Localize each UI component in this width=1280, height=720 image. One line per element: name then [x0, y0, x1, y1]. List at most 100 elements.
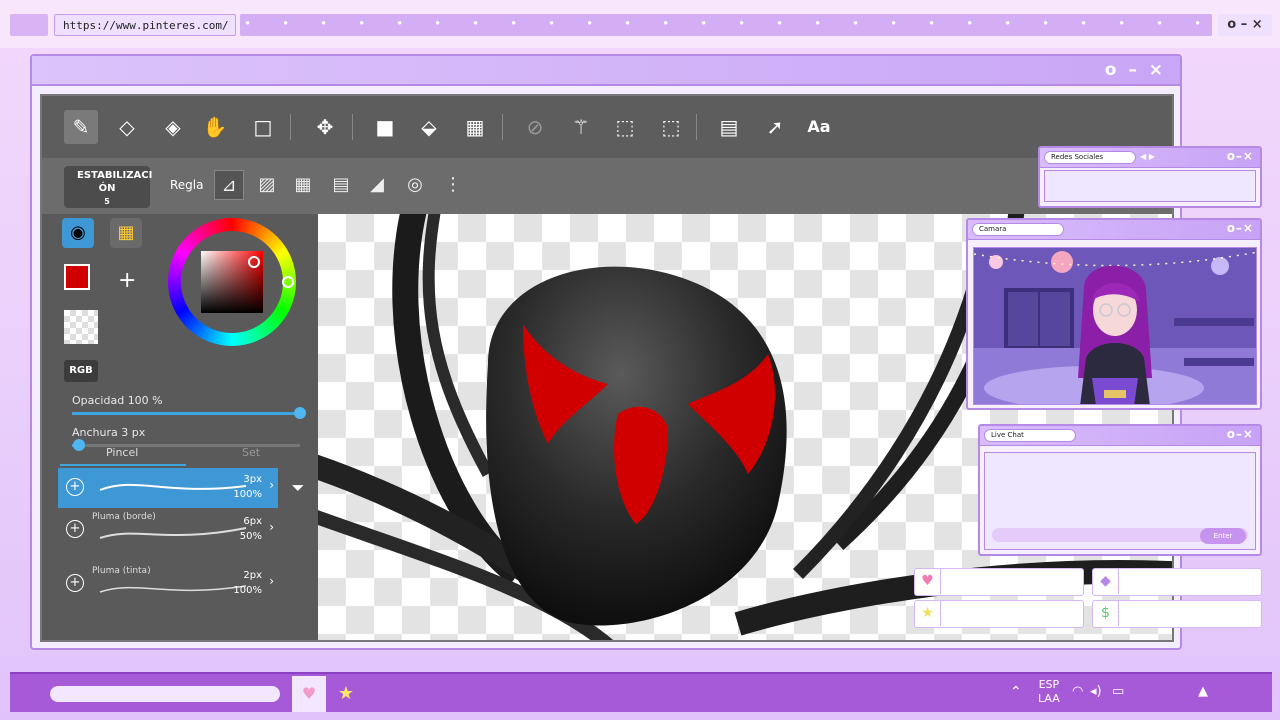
social-nav-icon[interactable]: ◀ ▶ — [1140, 152, 1155, 161]
tab-strip — [240, 14, 1212, 36]
ruler-diagonal-icon[interactable]: ▨ — [252, 170, 282, 200]
taskbar-search[interactable] — [50, 686, 280, 702]
heart-icon: ♥ — [915, 569, 941, 594]
star-icon[interactable]: ★ — [334, 676, 358, 712]
chevron-right-icon[interactable]: › — [269, 574, 274, 588]
chevron-right-icon[interactable]: › — [269, 478, 274, 492]
brush-item-2[interactable]: + Pluma (borde) 6px 50% › — [58, 510, 278, 550]
brush-opacity: 50% — [239, 531, 262, 542]
ruler-parallel-icon[interactable]: ⊿ — [214, 170, 244, 200]
ruler-grid-icon[interactable]: ▦ — [288, 170, 318, 200]
palette-tab-icon[interactable]: ▦ — [110, 218, 142, 248]
camera-panel-title: Camara — [972, 223, 1064, 236]
text-tool-button[interactable]: Aa — [802, 110, 836, 144]
chat-enter-button[interactable]: Enter — [1200, 528, 1246, 544]
taskbar: ♥ ★ ⌃ ESP LAA ◠ ◂) ▭ ▲ — [10, 672, 1272, 712]
live-chat-title: Live Chat — [984, 429, 1076, 442]
brush-tabs: Pincel Set — [42, 438, 318, 468]
battery-icon[interactable]: ▭ — [1112, 684, 1124, 699]
url-bar[interactable]: https://www.pinteres.com/ — [54, 14, 236, 36]
color-wheel-tab-icon[interactable]: ◉ — [62, 218, 94, 248]
ruler-perspective-icon[interactable]: ▤ — [326, 170, 356, 200]
gradient-icon[interactable]: ▦ — [458, 110, 492, 144]
app-toolbar: ✎ ◇ ◈ ✋ □ ✥ ■ ⬙ ▦ ⊘ ⚚ ⬚ ⬚ ▤ ➚ Aa — [42, 96, 1172, 158]
pen-icon[interactable]: ✎ — [64, 110, 98, 144]
brush-tab[interactable]: Pincel — [106, 446, 138, 459]
social-panel-title: Redes Sociales — [1044, 151, 1136, 164]
add-color-icon[interactable]: + — [118, 268, 136, 293]
ruler-toolbar: ESTABILIZACI ÓN 5 Regla ⊿ ▨ ▦ ▤ ◢ ◎ ⋮ — [42, 158, 1172, 214]
filter-icon[interactable]: ⏷ — [284, 474, 312, 502]
main-window-titlebar: o – × — [32, 56, 1180, 86]
transparent-swatch[interactable] — [64, 310, 98, 344]
brush-item-1[interactable]: + 3px 100% › — [58, 468, 278, 508]
color-brush-panel: ◉ ▦ + RGB Opacidad 100 % Anchura 3 px Pi… — [42, 214, 318, 640]
ruler-label: Regla — [170, 178, 204, 192]
webcam-view — [973, 247, 1257, 405]
select-pen-icon[interactable]: ⬚ — [608, 110, 642, 144]
stabilizer-value: 5 — [104, 197, 110, 206]
stat-stars: ★ — [914, 600, 1084, 628]
heart-icon[interactable]: ♥ — [292, 676, 326, 712]
smudge-eraser-icon[interactable]: ◈ — [156, 110, 190, 144]
brush-opacity: 100% — [233, 585, 262, 596]
browser-menu-block[interactable] — [10, 14, 48, 36]
live-chat-panel: Live Chat o–× Enter — [978, 424, 1262, 556]
hue-knob[interactable] — [282, 276, 294, 288]
camera-panel-controls[interactable]: o–× — [1227, 221, 1254, 235]
add-brush-icon[interactable]: + — [66, 520, 84, 538]
brush-item-3[interactable]: + Pluma (tinta) 2px 100% › — [58, 564, 278, 604]
money-icon: $ — [1093, 601, 1119, 626]
notification-icon[interactable]: ▲ — [1198, 684, 1208, 699]
magic-wand-icon[interactable]: ⚚ — [564, 110, 598, 144]
main-window-controls[interactable]: o – × — [1105, 60, 1166, 80]
live-chat-controls[interactable]: o–× — [1227, 427, 1254, 441]
browser-window-controls[interactable]: o – × — [1218, 14, 1272, 36]
brush-opacity: 100% — [233, 489, 262, 500]
ruler-radial-icon[interactable]: ◢ — [362, 170, 392, 200]
volume-icon[interactable]: ◂) — [1090, 684, 1102, 699]
language-indicator[interactable]: ESP LAA — [1038, 678, 1060, 706]
browser-bar: https://www.pinteres.com/ o – × — [0, 0, 1280, 48]
move-icon[interactable]: ✥ — [308, 110, 342, 144]
select-eraser-icon[interactable]: ⬚ — [654, 110, 688, 144]
lang-top: ESP — [1038, 678, 1060, 691]
brush-size: 2px — [243, 570, 262, 581]
eraser-icon[interactable]: ◇ — [110, 110, 144, 144]
fill-rect-icon[interactable]: ■ — [368, 110, 402, 144]
current-color-swatch[interactable] — [64, 264, 90, 290]
color-knob[interactable] — [248, 256, 260, 268]
brush-size: 6px — [243, 516, 262, 527]
wifi-icon[interactable]: ◠ — [1072, 684, 1083, 699]
stat-gems: ◆ — [1092, 568, 1262, 596]
stat-hearts: ♥ — [914, 568, 1084, 596]
set-tab[interactable]: Set — [242, 446, 260, 459]
stabilizer-button[interactable]: ESTABILIZACI ÓN 5 — [64, 166, 153, 208]
opacity-label: Opacidad 100 % — [72, 394, 163, 407]
tray-chevron-up-icon[interactable]: ⌃ — [1010, 684, 1022, 700]
add-brush-icon[interactable]: + — [66, 574, 84, 592]
opacity-slider[interactable] — [72, 407, 306, 419]
color-mode-button[interactable]: RGB — [64, 360, 98, 382]
brush-size: 3px — [243, 474, 262, 485]
social-panel-controls[interactable]: o–× — [1227, 149, 1254, 163]
bucket-icon[interactable]: ⬙ — [412, 110, 446, 144]
add-brush-icon[interactable]: + — [66, 478, 84, 496]
stat-money: $ — [1092, 600, 1262, 628]
camera-panel: Camara o–× — [966, 218, 1262, 410]
rect-select-icon[interactable]: □ — [246, 110, 280, 144]
stabilizer-label: ESTABILIZACI ÓN — [77, 170, 153, 194]
layer-icon[interactable]: ▤ — [712, 110, 746, 144]
pointer-icon[interactable]: ➚ — [758, 110, 792, 144]
social-panel-body — [1044, 170, 1256, 202]
more-icon[interactable]: ⋮ — [438, 170, 468, 200]
star-icon: ★ — [915, 601, 941, 626]
lasso-icon[interactable]: ⊘ — [518, 110, 552, 144]
social-panel: Redes Sociales ◀ ▶ o–× — [1038, 146, 1262, 208]
color-wheel[interactable] — [168, 218, 296, 346]
gem-icon: ◆ — [1093, 569, 1119, 594]
lang-bottom: LAA — [1038, 692, 1060, 705]
hand-icon[interactable]: ✋ — [198, 110, 232, 144]
ruler-circle-icon[interactable]: ◎ — [400, 170, 430, 200]
chevron-right-icon[interactable]: › — [269, 520, 274, 534]
